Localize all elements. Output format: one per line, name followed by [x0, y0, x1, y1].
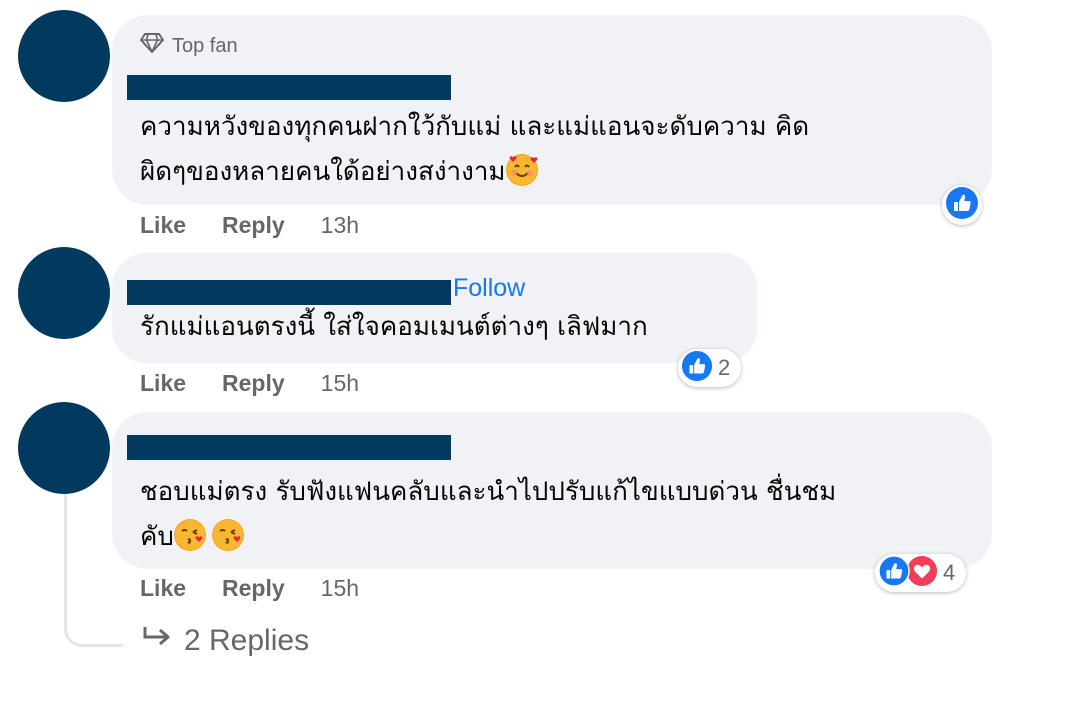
comment-1-actions: Like Reply 13h [140, 212, 359, 239]
commenter-name-redacted[interactable] [127, 435, 451, 460]
view-replies-label[interactable]: 2 Replies [184, 624, 309, 658]
reply-button[interactable]: Reply [222, 575, 285, 602]
follow-button[interactable]: Follow [453, 274, 525, 303]
like-button[interactable]: Like [140, 575, 186, 602]
like-reaction-icon [878, 554, 910, 592]
comment-2-actions: Like Reply 15h [140, 370, 359, 397]
like-button[interactable]: Like [140, 370, 186, 397]
comment-3-text-line-2: คับ [140, 515, 244, 560]
comment-1-reactions[interactable] [942, 185, 982, 225]
face-blowing-kiss-emoji [211, 519, 244, 551]
face-blowing-kiss-emoji [173, 519, 206, 551]
comment-3-text-line-1: ชอบแม่ตรง รับฟังแฟนคลับและนำไปปรับแก้ไขแ… [140, 477, 837, 507]
comment-3-actions: Like Reply 15h [140, 575, 359, 602]
like-button[interactable]: Like [140, 212, 186, 239]
reply-arrow-icon [142, 624, 172, 658]
comment-3-avatar[interactable] [18, 402, 110, 494]
top-fan-label: Top fan [172, 34, 238, 57]
commenter-name-redacted[interactable] [127, 75, 451, 100]
comment-1-text-line-2-content: ผิดๆของหลายคนใด้อย่างสง่างาม [140, 157, 506, 187]
reply-button[interactable]: Reply [222, 212, 285, 239]
top-fan-badge: Top fan [140, 32, 238, 60]
comment-2-text-line-1: รักแม่แอนตรงนี้ ใส่ใจคอมเมนต์ต่างๆ เลิฟม… [140, 312, 648, 342]
reaction-count: 4 [943, 560, 956, 585]
reply-button[interactable]: Reply [222, 370, 285, 397]
diamond-icon [140, 32, 164, 60]
comment-timestamp[interactable]: 13h [321, 212, 359, 239]
comment-timestamp[interactable]: 15h [321, 575, 359, 602]
comment-1-text-line-2: ผิดๆของหลายคนใด้อย่างสง่างาม [140, 150, 538, 195]
smiling-face-with-hearts-emoji [505, 154, 538, 186]
view-replies-link[interactable]: 2 Replies [142, 624, 309, 658]
comment-1-avatar[interactable] [18, 10, 110, 102]
like-reaction-icon [681, 350, 713, 387]
comment-timestamp[interactable]: 15h [321, 370, 359, 397]
reaction-count: 2 [718, 355, 731, 380]
comment-2-avatar[interactable] [18, 247, 110, 339]
commenter-name-redacted[interactable] [127, 280, 451, 305]
comment-3-text-line-2-content: คับ [140, 522, 174, 552]
like-reaction-icon [945, 186, 979, 225]
love-reaction-icon [906, 555, 938, 592]
comment-2-reactions[interactable]: 2 [678, 349, 742, 387]
comment-3-reactions[interactable]: 4 [875, 554, 967, 592]
comment-1-text-line-1: ความหวังของทุกคนฝากใว้กับแม่ และแม่แอนจะ… [140, 112, 810, 142]
